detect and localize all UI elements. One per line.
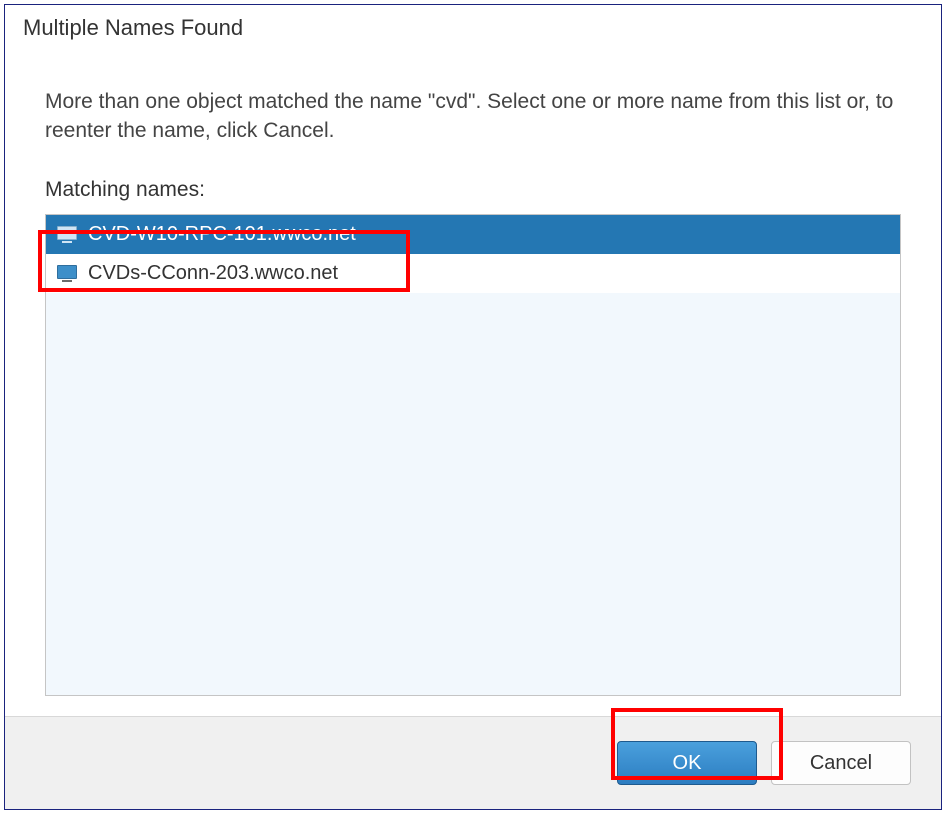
list-item[interactable]: CVD-W10-RPC-101.wwco.net [46, 215, 900, 254]
dialog-content: More than one object matched the name "c… [5, 47, 941, 716]
list-item-label: CVD-W10-RPC-101.wwco.net [88, 223, 356, 246]
dialog-description: More than one object matched the name "c… [45, 87, 901, 146]
dialog-title: Multiple Names Found [23, 15, 243, 40]
dialog-title-bar: Multiple Names Found [5, 5, 941, 47]
computer-icon [56, 224, 78, 244]
computer-icon [56, 263, 78, 283]
matching-names-label: Matching names: [45, 178, 901, 202]
matching-names-list[interactable]: CVD-W10-RPC-101.wwco.net CVDs-CConn-203.… [45, 214, 901, 696]
list-item[interactable]: CVDs-CConn-203.wwco.net [46, 254, 900, 293]
ok-button[interactable]: OK [617, 741, 757, 785]
dialog-button-bar: OK Cancel [5, 716, 941, 809]
list-item-label: CVDs-CConn-203.wwco.net [88, 262, 338, 285]
cancel-button[interactable]: Cancel [771, 741, 911, 785]
multiple-names-dialog: Multiple Names Found More than one objec… [4, 4, 942, 810]
